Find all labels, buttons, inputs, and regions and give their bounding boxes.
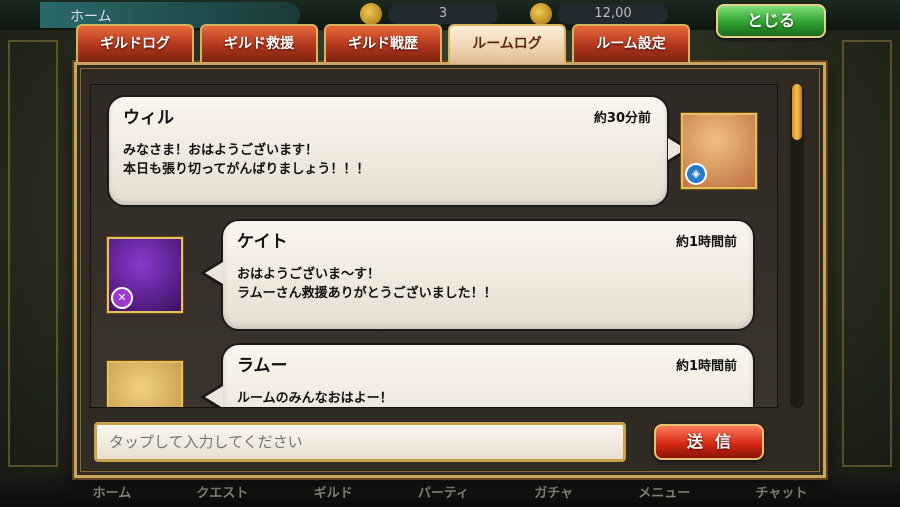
nav-quest: クエスト (196, 485, 249, 501)
message-bubble: ウィル 約30分前 みなさま！おはようございます！ 本日も張り切ってがんばりまし… (107, 95, 691, 207)
chat-scrollbar[interactable] (790, 84, 804, 408)
message-text: ルームのみんなおはよー！ (237, 391, 393, 406)
right-frame-ornament (842, 40, 892, 467)
background-bottom-nav: ホーム クエスト ギルド パーティ ガチャ メニュー チャット (0, 475, 900, 507)
message-bubble: ケイト 約1時間前 おはようございま～す！ ラムーさん救援ありがとうございました… (200, 219, 755, 331)
bubble-tail (200, 383, 223, 407)
nav-chat: チャット (755, 485, 808, 501)
nav-menu: メニュー (638, 485, 691, 501)
water-element-icon: ◈ (685, 163, 707, 185)
background-stat-1: 3 (388, 4, 498, 24)
tab-bar: ギルドログ ギルド救援 ギルド戦歴 ルームログ ルーム設定 (76, 24, 690, 64)
nav-party: パーティ (417, 485, 470, 501)
message-time: 約1時間前 (675, 359, 737, 374)
message-time: 約30分前 (593, 111, 651, 126)
nav-guild: ギルド (313, 485, 353, 501)
gem-icon (360, 3, 382, 25)
nav-home: ホーム (92, 485, 132, 501)
left-frame-ornament (8, 40, 58, 467)
message-bubble: ラムー 約1時間前 ルームのみんなおはよー！ (200, 343, 755, 407)
tab-guild-history[interactable]: ギルド戦歴 (324, 24, 442, 62)
send-button[interactable]: 送信 (654, 424, 764, 460)
message-sender: ラムー (237, 356, 288, 376)
chat-log[interactable]: ウィル 約30分前 みなさま！おはようございます！ 本日も張り切ってがんばりまし… (90, 84, 778, 408)
message-time: 約1時間前 (675, 235, 737, 250)
bubble-tail (200, 259, 223, 287)
scrollbar-thumb[interactable] (792, 84, 802, 140)
message-sender: ウィル (123, 108, 174, 128)
coin-icon (530, 3, 552, 25)
background-stat-2: 12,00 (558, 4, 668, 24)
avatar-kate[interactable]: ✕ (107, 237, 183, 313)
message-input[interactable] (94, 422, 626, 462)
message-text: みなさま！おはようございます！ 本日も張り切ってがんばりましょう！！！ (123, 143, 370, 177)
tab-guild-log[interactable]: ギルドログ (76, 24, 194, 62)
tab-guild-rescue[interactable]: ギルド救援 (200, 24, 318, 62)
avatar-ramu[interactable] (107, 361, 183, 407)
tab-room-log[interactable]: ルームログ (448, 24, 566, 64)
nav-gacha: ガチャ (534, 485, 574, 501)
avatar-will[interactable]: ◈ (681, 113, 757, 189)
close-button[interactable]: とじる (716, 4, 826, 38)
sword-element-icon: ✕ (111, 287, 133, 309)
tab-room-settings[interactable]: ルーム設定 (572, 24, 690, 62)
message-text: おはようございま～す！ ラムーさん救援ありがとうございました！！ (237, 267, 497, 301)
message-sender: ケイト (237, 232, 288, 252)
